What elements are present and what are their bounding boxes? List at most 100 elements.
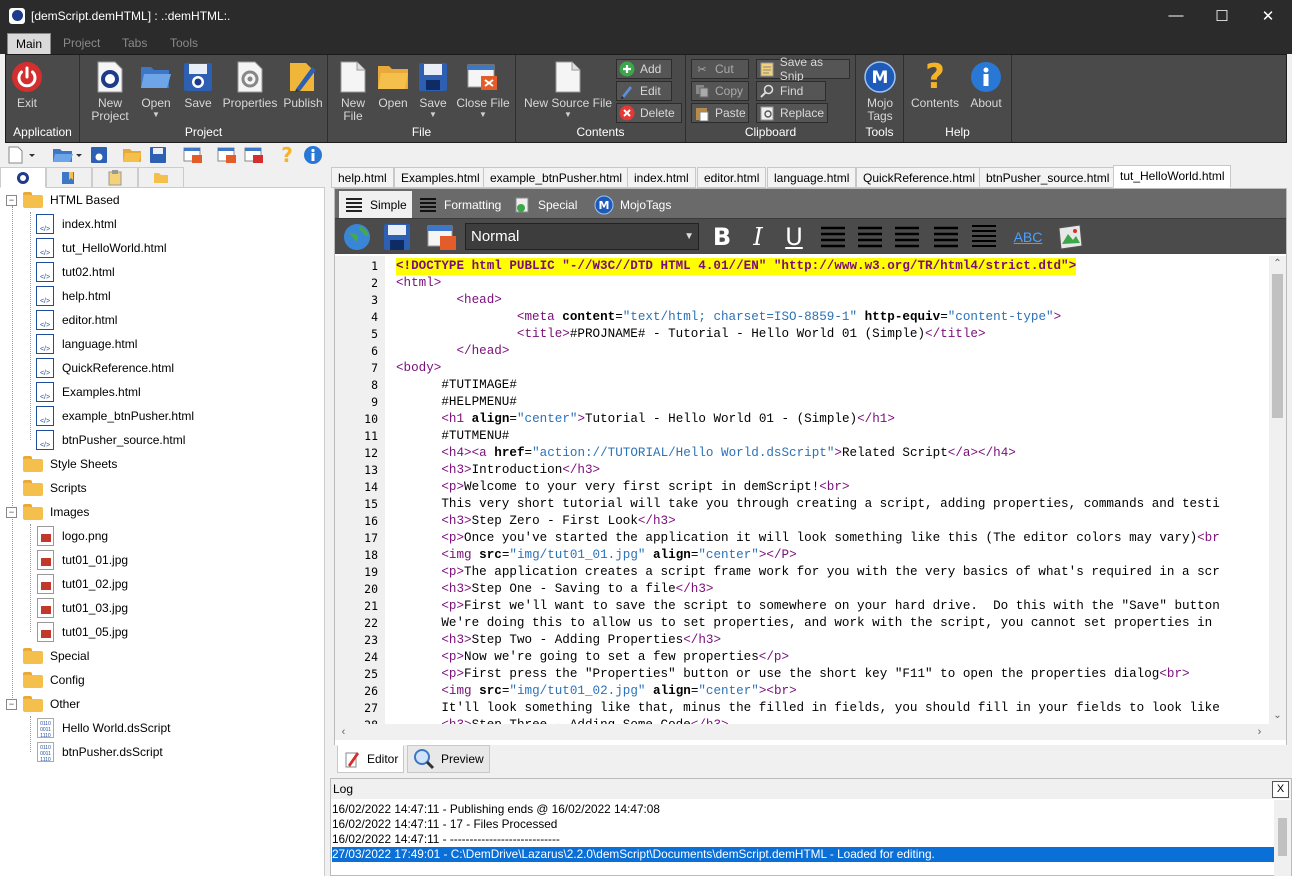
- doc-tab[interactable]: editor.html: [697, 167, 767, 188]
- doc-tab[interactable]: example_btnPusher.html: [483, 167, 630, 188]
- tree-file[interactable]: 0110 0011 1110 btnPusher.dsScript: [37, 740, 163, 764]
- tree-file[interactable]: </> editor.html: [36, 308, 117, 332]
- code-line[interactable]: <p>First we'll want to save the script t…: [396, 598, 1219, 615]
- globe-icon[interactable]: [340, 221, 374, 253]
- tree-folder-scripts[interactable]: Scripts: [23, 476, 87, 500]
- tree-file[interactable]: logo.png: [37, 524, 108, 548]
- tab-project[interactable]: Project: [55, 33, 108, 54]
- log-entry[interactable]: 16/02/2022 14:47:11 - ------------------…: [332, 832, 1275, 847]
- code-line[interactable]: <h3>Step Two - Adding Properties</h3>: [396, 632, 721, 649]
- tab-tabs[interactable]: Tabs: [114, 33, 155, 54]
- qat-close-all-button[interactable]: [216, 145, 238, 165]
- tree-file[interactable]: tut01_02.jpg: [37, 572, 128, 596]
- code-line[interactable]: <h3>Introduction</h3>: [396, 462, 600, 479]
- tree-file[interactable]: </> tut02.html: [36, 260, 115, 284]
- publish-button[interactable]: Publish: [281, 59, 325, 110]
- tree-file[interactable]: </> tut_HelloWorld.html: [36, 236, 166, 260]
- properties-button[interactable]: Properties: [220, 59, 280, 110]
- maximize-button[interactable]: ☐: [1199, 0, 1245, 31]
- editor-tab-mojotags[interactable]: M MojoTags: [589, 191, 676, 218]
- code-line[interactable]: This very short tutorial will take you t…: [396, 496, 1219, 513]
- justify-icon[interactable]: [929, 221, 963, 253]
- code-line[interactable]: <p>The application creates a script fram…: [396, 564, 1219, 581]
- image-icon[interactable]: [1053, 221, 1087, 253]
- code-line[interactable]: <img src="img/tut01_02.jpg" align="cente…: [396, 683, 796, 700]
- scroll-left-icon[interactable]: ‹: [335, 724, 352, 740]
- minimize-button[interactable]: —: [1153, 0, 1199, 31]
- qat-new-button[interactable]: [4, 145, 38, 165]
- code-line[interactable]: <p>First press the "Properties" button o…: [396, 666, 1189, 683]
- qat-open-button[interactable]: [50, 145, 84, 165]
- align-right-icon[interactable]: [890, 221, 924, 253]
- tab-preview[interactable]: Preview: [407, 745, 490, 773]
- tab-main[interactable]: Main: [7, 33, 52, 54]
- code-line[interactable]: <body>: [396, 360, 441, 377]
- tree-file[interactable]: 0110 0011 1110 Hello World.dsScript: [37, 716, 170, 740]
- bold-button[interactable]: B: [705, 221, 739, 253]
- edit-button[interactable]: Edit: [616, 81, 672, 101]
- align-center-icon[interactable]: [853, 221, 887, 253]
- editor-tab-simple[interactable]: Simple: [339, 191, 412, 218]
- doc-tab[interactable]: help.html: [331, 167, 394, 188]
- replace-button[interactable]: Replace: [756, 103, 828, 123]
- panel-splitter[interactable]: [325, 167, 330, 876]
- new-file-button[interactable]: New File: [336, 59, 370, 123]
- qat-about-button[interactable]: [302, 145, 324, 165]
- tree-file[interactable]: </> language.html: [36, 332, 137, 356]
- tree-file[interactable]: </> example_btnPusher.html: [36, 404, 194, 428]
- doc-tab-active[interactable]: tut_HelloWorld.html: [1113, 165, 1232, 188]
- cut-button[interactable]: ✂ Cut: [691, 59, 749, 79]
- tree-file[interactable]: </> QuickReference.html: [36, 356, 174, 380]
- scroll-down-icon[interactable]: ⌄: [1269, 708, 1286, 724]
- vertical-scrollbar[interactable]: ⌃ ⌄: [1269, 256, 1286, 724]
- scrollbar-thumb[interactable]: [1272, 274, 1283, 418]
- doc-tab[interactable]: index.html: [627, 167, 696, 188]
- doc-tab[interactable]: Examples.html: [394, 167, 487, 188]
- log-entry[interactable]: 16/02/2022 14:47:11 - Publishing ends @ …: [332, 802, 1275, 817]
- code-line[interactable]: <p>Welcome to your very first script in …: [396, 479, 849, 496]
- exit-button[interactable]: Exit: [8, 59, 46, 110]
- tree-file[interactable]: </> Examples.html: [36, 380, 141, 404]
- scroll-up-icon[interactable]: ⌃: [1269, 256, 1286, 272]
- code-line[interactable]: <html>: [396, 275, 441, 292]
- close-file-button[interactable]: Close File ▼: [455, 59, 511, 119]
- help-contents-button[interactable]: ? Contents: [910, 59, 960, 110]
- underline-button[interactable]: U: [777, 221, 811, 253]
- open-project-button[interactable]: Open ▼: [137, 59, 175, 119]
- tree-folder-other[interactable]: − Other: [6, 692, 80, 716]
- delete-button[interactable]: Delete: [616, 103, 682, 123]
- scroll-right-icon[interactable]: ›: [1251, 724, 1268, 740]
- close-file-icon[interactable]: [425, 221, 459, 253]
- tree-file[interactable]: </> index.html: [36, 212, 117, 236]
- qat-save-file-button[interactable]: [147, 145, 169, 165]
- left-tab-files[interactable]: [138, 167, 184, 188]
- code-line[interactable]: <h4><a href="action://TUTORIAL/Hello Wor…: [396, 445, 1015, 462]
- code-line[interactable]: #TUTIMAGE#: [396, 377, 517, 394]
- close-button[interactable]: ✕: [1245, 0, 1291, 31]
- log-scrollbar[interactable]: [1274, 800, 1291, 876]
- save-file-button[interactable]: Save ▼: [415, 59, 451, 119]
- doc-tab[interactable]: QuickReference.html: [856, 167, 983, 188]
- left-tab-snippets[interactable]: [92, 167, 138, 188]
- left-tab-project[interactable]: [0, 167, 46, 188]
- qat-close-others-button[interactable]: [243, 145, 265, 165]
- log-entry[interactable]: 16/02/2022 14:47:11 - 17 - Files Process…: [332, 817, 1275, 832]
- code-editor[interactable]: 1 2 3 4 5 6 7 8 9 10 11 12 13 14 15 16 17 18 19 20 21 22 23 24 2…: [335, 256, 1286, 740]
- qat-save-project-button[interactable]: [88, 145, 110, 165]
- open-file-button[interactable]: Open: [374, 59, 412, 110]
- left-tab-bookmarks[interactable]: [46, 167, 92, 188]
- paste-button[interactable]: Paste: [691, 103, 749, 123]
- mojo-tags-button[interactable]: M Mojo Tags: [862, 59, 898, 123]
- tree-file[interactable]: </> btnPusher_source.html: [36, 428, 185, 452]
- code-line[interactable]: #HELPMENU#: [396, 394, 517, 411]
- tree-file[interactable]: tut01_05.jpg: [37, 620, 128, 644]
- spell-check-button[interactable]: ABC: [1011, 221, 1045, 253]
- tree-folder-config[interactable]: Config: [23, 668, 85, 692]
- code-line[interactable]: <p>Now we're going to set a few properti…: [396, 649, 789, 666]
- code-line[interactable]: It'll look something like that, minus th…: [396, 700, 1219, 717]
- about-button[interactable]: About: [966, 59, 1006, 110]
- code-line[interactable]: <h3>Step Zero - First Look</h3>: [396, 513, 675, 530]
- collapse-icon[interactable]: −: [6, 194, 17, 206]
- code-line[interactable]: <title>#PROJNAME# - Tutorial - Hello Wor…: [396, 326, 986, 343]
- tree-folder-style-sheets[interactable]: Style Sheets: [23, 452, 117, 476]
